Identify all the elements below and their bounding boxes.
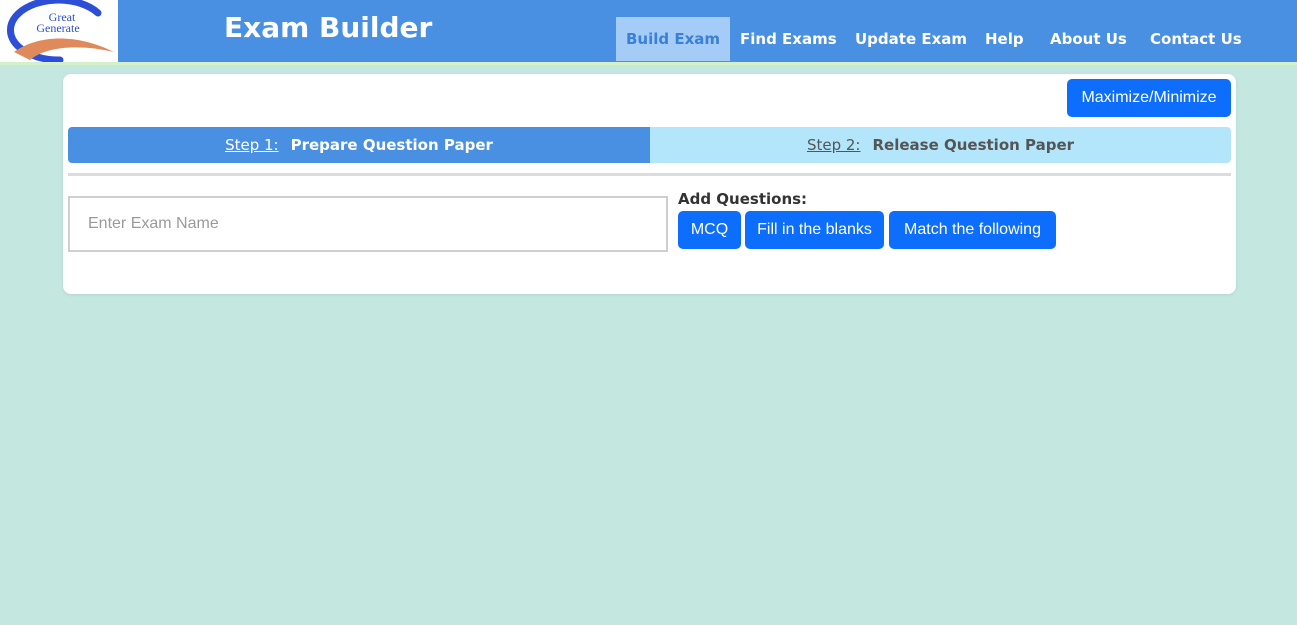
step-1-label: Prepare Question Paper [290, 136, 493, 154]
logo-graphic: Great Generate [7, 0, 114, 64]
add-questions-label: Add Questions: [678, 190, 808, 208]
great-generate-logo[interactable]: Great Generate [0, 0, 118, 64]
top-navbar: Great Generate Exam Builder Build Exam F… [0, 0, 1297, 64]
section-divider [68, 173, 1231, 176]
nav-contact-us[interactable]: Contact Us [1150, 17, 1242, 61]
nav-help[interactable]: Help [985, 17, 1024, 61]
step-2-number: Step 2: [806, 136, 861, 154]
nav-find-exams[interactable]: Find Exams [740, 17, 837, 61]
nav-update-exam[interactable]: Update Exam [855, 17, 967, 61]
maximize-minimize-button[interactable]: Maximize/Minimize [1067, 79, 1231, 117]
step-1-number: Step 1: [225, 136, 279, 154]
fill-in-the-blanks-button[interactable]: Fill in the blanks [745, 211, 884, 249]
exam-name-input[interactable] [68, 196, 668, 252]
match-the-following-button[interactable]: Match the following [889, 211, 1056, 249]
step-2-tab[interactable]: Step 2: Release Question Paper [650, 127, 1231, 163]
exam-builder-card: Maximize/Minimize Step 1: Prepare Questio… [63, 74, 1236, 294]
step-1-tab[interactable]: Step 1: Prepare Question Paper [68, 127, 650, 163]
mcq-button[interactable]: MCQ [678, 211, 741, 249]
navbar-underline [0, 62, 1297, 65]
app-title: Exam Builder [224, 11, 433, 44]
nav-about-us[interactable]: About Us [1050, 17, 1127, 61]
logo-line2: Generate [36, 21, 79, 35]
nav-build-exam[interactable]: Build Exam [616, 17, 731, 61]
step-2-label: Release Question Paper [872, 136, 1075, 154]
